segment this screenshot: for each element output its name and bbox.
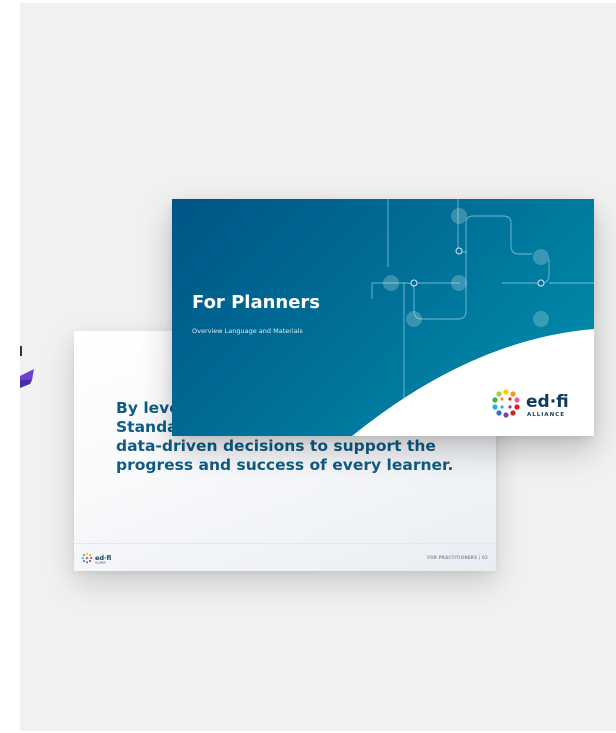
svg-text:ALLIANCE: ALLIANCE bbox=[95, 562, 106, 565]
footer-divider bbox=[74, 543, 496, 544]
slide-title: For Planners bbox=[192, 292, 321, 313]
cropped-purple-shape bbox=[20, 369, 34, 388]
footer-page-label: FOR PRACTITIONERS | 02 bbox=[427, 555, 488, 560]
statement-line-3: data-driven decisions to support the bbox=[116, 437, 436, 455]
edfi-logo-icon: ed·fi ALLIANCE bbox=[81, 552, 112, 565]
svg-text:ed·fi: ed·fi bbox=[526, 392, 569, 412]
presentation-canvas: By leve Standa data-driven decisions to … bbox=[20, 3, 616, 731]
edfi-logo-icon: ed·fi ALLIANCE bbox=[492, 389, 569, 418]
statement-line-4: progress and success of every learner. bbox=[116, 456, 454, 474]
slide-subtitle: Overview Language and Materials bbox=[192, 327, 303, 335]
svg-text:ALLIANCE: ALLIANCE bbox=[527, 412, 565, 418]
cropped-line-fragment bbox=[20, 346, 22, 356]
front-slide: For Planners Overview Language and Mater… bbox=[172, 199, 594, 436]
